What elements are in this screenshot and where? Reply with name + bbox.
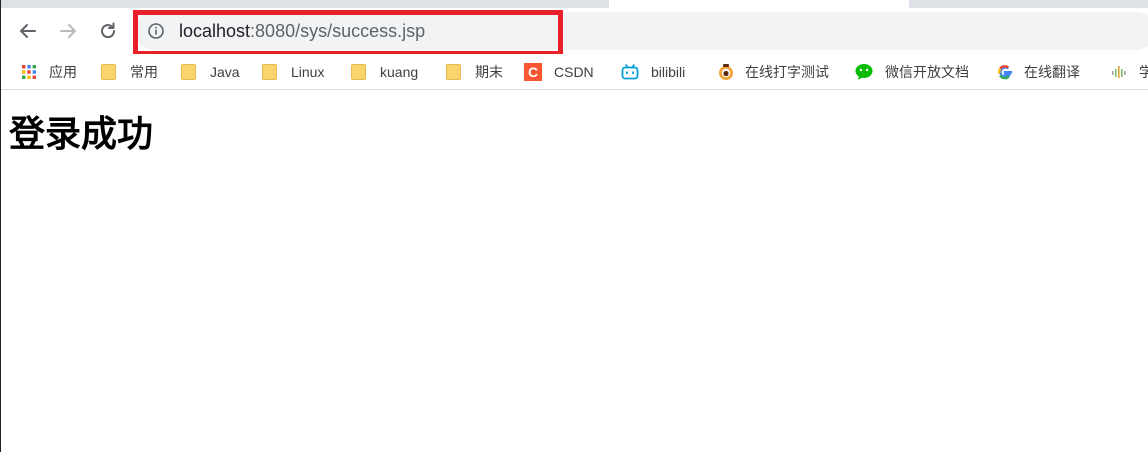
folder-icon [351, 64, 366, 80]
bookmark-label: Linux [291, 64, 325, 80]
google-icon [998, 65, 1013, 80]
back-arrow-icon [20, 24, 36, 38]
bookmark-label: bilibili [651, 64, 686, 80]
site-info-icon[interactable] [147, 22, 165, 40]
folder-icon [101, 64, 116, 80]
address-bar[interactable]: localhost:8080/sys/success.jsp [135, 12, 1148, 50]
folder-icon [262, 64, 277, 80]
wechat-icon [855, 64, 873, 80]
browser-toolbar: localhost:8080/sys/success.jsp [1, 8, 1148, 54]
bookmark-bilibili[interactable]: bilibili [621, 60, 685, 84]
bookmarks-bar: 应用 常用 Java Linux kuang 期末 C CSDN bilibil… [1, 54, 1148, 90]
bookmark-folder-qimo[interactable]: 期末 [446, 60, 503, 84]
back-button[interactable] [13, 16, 43, 46]
bookmark-label: 在线打字测试 [745, 64, 829, 80]
bookmark-label: kuang [380, 64, 419, 80]
csdn-icon: C [524, 63, 542, 81]
bookmark-label: 在线翻译 [1024, 64, 1080, 80]
bilibili-icon [621, 64, 639, 80]
folder-icon [446, 64, 461, 80]
folder-icon [181, 64, 196, 80]
url-host: localhost [179, 21, 251, 41]
bookmark-label: 应用 [49, 64, 77, 80]
audio-wave-icon [1112, 66, 1126, 78]
bookmark-label: 微信开放文档 [885, 64, 969, 80]
bookmark-folder-java[interactable]: Java [181, 60, 240, 84]
apps-grid-icon [22, 65, 36, 79]
bookmark-label: 常用 [130, 64, 158, 80]
active-tab[interactable] [609, 0, 909, 8]
bookmark-label: CSDN [554, 64, 594, 80]
bookmark-typing-test[interactable]: 在线打字测试 [717, 60, 829, 84]
bookmark-folder-kuang[interactable]: kuang [351, 60, 418, 84]
bookmark-wechat-docs[interactable]: 微信开放文档 [855, 60, 969, 84]
reload-button[interactable] [93, 16, 123, 46]
url-path: :8080/sys/success.jsp [250, 21, 426, 41]
page-content: 登录成功 [1, 91, 1148, 452]
bookmark-study[interactable]: 学 [1111, 60, 1148, 84]
bookmark-folder-linux[interactable]: Linux [262, 60, 324, 84]
typing-test-icon [719, 64, 733, 80]
url-text[interactable]: localhost:8080/sys/success.jsp [179, 20, 425, 42]
reload-icon [101, 22, 116, 39]
page-heading: 登录成功 [9, 114, 154, 155]
forward-button[interactable] [53, 16, 83, 46]
tab-strip [1, 0, 1148, 8]
bookmark-apps[interactable]: 应用 [21, 60, 77, 84]
bookmark-online-translate[interactable]: 在线翻译 [996, 60, 1080, 84]
bookmark-label: 期末 [475, 64, 503, 80]
bookmark-folder-changyong[interactable]: 常用 [101, 60, 158, 84]
bookmark-label: Java [210, 64, 240, 80]
bookmark-label: 学 [1139, 62, 1148, 82]
bookmark-csdn[interactable]: C CSDN [524, 60, 594, 84]
forward-arrow-icon [60, 24, 76, 38]
browser-window: localhost:8080/sys/success.jsp 应用 常用 Jav… [0, 0, 1148, 452]
